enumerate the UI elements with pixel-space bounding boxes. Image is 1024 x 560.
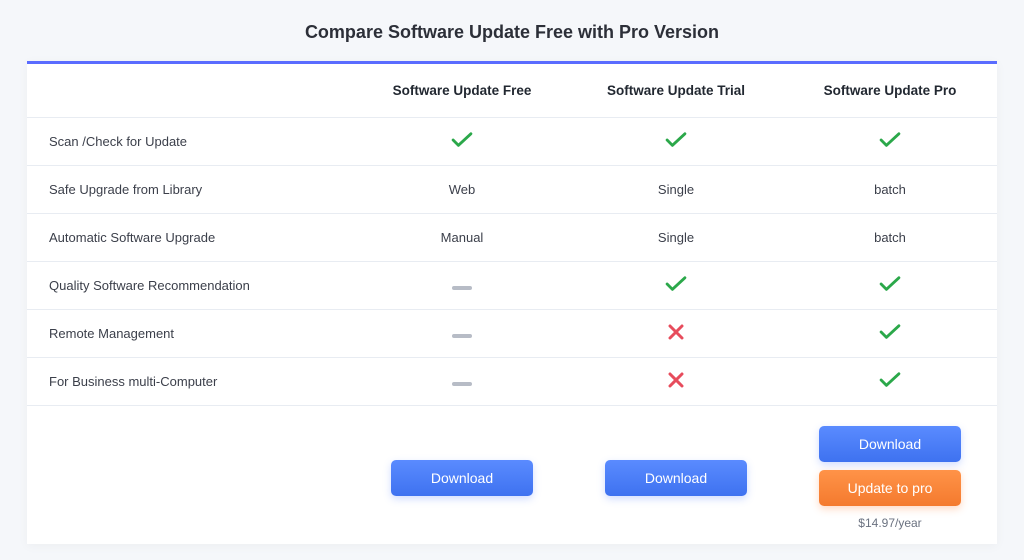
cell-pro: batch: [783, 182, 997, 197]
cell-free: Manual: [355, 230, 569, 245]
cell-trial: Single: [569, 182, 783, 197]
cell-trial: [569, 276, 783, 295]
upgrade-button-pro[interactable]: Update to pro: [819, 470, 961, 506]
table-row: Safe Upgrade from Library Web Single batch: [27, 166, 997, 214]
cell-text: Single: [658, 230, 694, 245]
cell-text: batch: [874, 182, 906, 197]
column-header-pro: Software Update Pro: [783, 83, 997, 98]
cell-pro: [783, 324, 997, 343]
download-button-trial[interactable]: Download: [605, 460, 747, 496]
table-row: Remote Management: [27, 310, 997, 358]
feature-label: Scan /Check for Update: [27, 134, 355, 149]
feature-label: For Business multi-Computer: [27, 374, 355, 389]
cell-pro: [783, 372, 997, 391]
price-note-pro: $14.97/year: [858, 516, 921, 530]
check-icon: [665, 280, 687, 295]
column-header-free: Software Update Free: [355, 83, 569, 98]
cell-free: [355, 326, 569, 341]
dash-icon: [452, 334, 472, 338]
cell-text: Manual: [441, 230, 484, 245]
cell-pro: batch: [783, 230, 997, 245]
table-row: Quality Software Recommendation: [27, 262, 997, 310]
table-row: For Business multi-Computer: [27, 358, 997, 406]
cell-trial: [569, 372, 783, 391]
cell-free: Web: [355, 182, 569, 197]
check-icon: [879, 376, 901, 391]
footer-pro: Download Update to pro $14.97/year: [783, 420, 997, 536]
check-icon: [879, 280, 901, 295]
dash-icon: [452, 382, 472, 386]
feature-label: Safe Upgrade from Library: [27, 182, 355, 197]
cell-pro: [783, 276, 997, 295]
check-icon: [665, 136, 687, 151]
cell-text: Single: [658, 182, 694, 197]
comparison-table: Software Update Free Software Update Tri…: [27, 61, 997, 544]
table-row: Automatic Software Upgrade Manual Single ba…: [27, 214, 997, 262]
cell-trial: Single: [569, 230, 783, 245]
cell-pro: [783, 132, 997, 151]
cell-free: [355, 374, 569, 389]
footer-free: Download: [355, 454, 569, 502]
page-title: Compare Software Update Free with Pro Ve…: [0, 0, 1024, 61]
download-button-free[interactable]: Download: [391, 460, 533, 496]
table-header-row: Software Update Free Software Update Tri…: [27, 64, 997, 118]
table-row: Scan /Check for Update: [27, 118, 997, 166]
dash-icon: [452, 286, 472, 290]
footer-trial: Download: [569, 454, 783, 502]
table-footer-row: Download Download Download Update to pro…: [27, 406, 997, 544]
cell-free: [355, 132, 569, 151]
feature-label: Remote Management: [27, 326, 355, 341]
feature-label: Automatic Software Upgrade: [27, 230, 355, 245]
cell-text: Web: [449, 182, 476, 197]
check-icon: [451, 136, 473, 151]
cross-icon: [668, 376, 684, 391]
cell-trial: [569, 324, 783, 343]
feature-label: Quality Software Recommendation: [27, 278, 355, 293]
cell-text: batch: [874, 230, 906, 245]
cell-trial: [569, 132, 783, 151]
cross-icon: [668, 328, 684, 343]
cell-free: [355, 278, 569, 293]
column-header-trial: Software Update Trial: [569, 83, 783, 98]
download-button-pro[interactable]: Download: [819, 426, 961, 462]
check-icon: [879, 136, 901, 151]
check-icon: [879, 328, 901, 343]
